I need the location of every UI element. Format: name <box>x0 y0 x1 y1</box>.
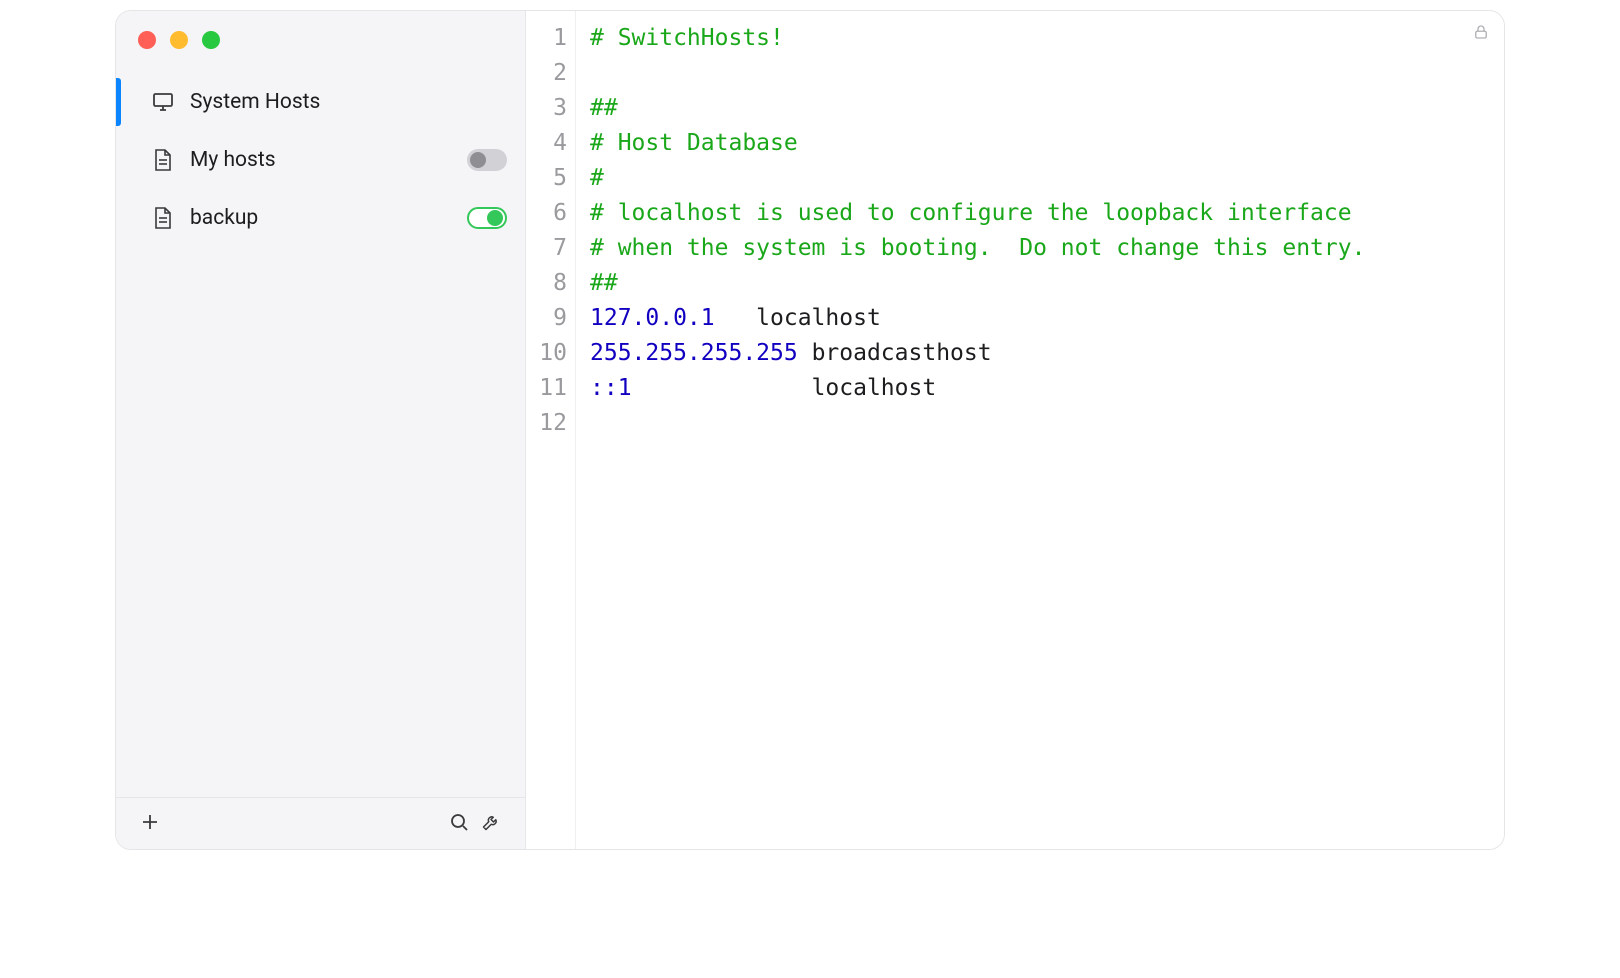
wrench-icon <box>481 812 501 835</box>
lock-icon <box>1472 23 1490 45</box>
code-line: # Host Database <box>590 126 1504 161</box>
sidebar: System Hosts My hosts backup <box>116 11 526 849</box>
search-icon <box>449 812 469 835</box>
code-area[interactable]: # SwitchHosts!### Host Database## localh… <box>576 11 1504 849</box>
host-toggle[interactable] <box>467 149 507 171</box>
code-line: # SwitchHosts! <box>590 21 1504 56</box>
line-number: 5 <box>526 161 567 196</box>
app-window: System Hosts My hosts backup <box>115 10 1505 850</box>
line-number: 1 <box>526 21 567 56</box>
window-close-button[interactable] <box>138 31 156 49</box>
sidebar-footer <box>116 797 525 849</box>
add-button[interactable] <box>134 806 166 841</box>
sidebar-item-backup[interactable]: backup <box>116 189 525 247</box>
code-line: # <box>590 161 1504 196</box>
sidebar-item-label: My hosts <box>190 148 467 172</box>
sidebar-item-label: System Hosts <box>190 90 507 114</box>
line-number-gutter: 123456789101112 <box>526 11 576 849</box>
line-number: 3 <box>526 91 567 126</box>
plus-icon <box>140 812 160 835</box>
sidebar-item-label: backup <box>190 206 467 230</box>
code-line: ## <box>590 266 1504 301</box>
file-icon <box>150 205 176 231</box>
line-number: 10 <box>526 336 567 371</box>
sidebar-item-my-hosts[interactable]: My hosts <box>116 131 525 189</box>
line-number: 2 <box>526 56 567 91</box>
file-icon <box>150 147 176 173</box>
window-zoom-button[interactable] <box>202 31 220 49</box>
monitor-icon <box>150 89 176 115</box>
window-controls <box>116 11 525 73</box>
line-number: 4 <box>526 126 567 161</box>
line-number: 9 <box>526 301 567 336</box>
host-list: System Hosts My hosts backup <box>116 73 525 797</box>
window-minimize-button[interactable] <box>170 31 188 49</box>
code-line: ## <box>590 91 1504 126</box>
code-line <box>590 56 1504 91</box>
search-button[interactable] <box>443 806 475 841</box>
line-number: 11 <box>526 371 567 406</box>
code-line <box>590 406 1504 441</box>
line-number: 7 <box>526 231 567 266</box>
code-line: ::1 localhost <box>590 371 1504 406</box>
code-line: 255.255.255.255 broadcasthost <box>590 336 1504 371</box>
code-line: 127.0.0.1 localhost <box>590 301 1504 336</box>
line-number: 12 <box>526 406 567 441</box>
code-line: # when the system is booting. Do not cha… <box>590 231 1504 266</box>
editor-pane: 123456789101112 # SwitchHosts!### Host D… <box>526 11 1504 849</box>
settings-button[interactable] <box>475 806 507 841</box>
line-number: 6 <box>526 196 567 231</box>
code-line: # localhost is used to configure the loo… <box>590 196 1504 231</box>
sidebar-item-system-hosts[interactable]: System Hosts <box>116 73 525 131</box>
line-number: 8 <box>526 266 567 301</box>
host-toggle[interactable] <box>467 207 507 229</box>
